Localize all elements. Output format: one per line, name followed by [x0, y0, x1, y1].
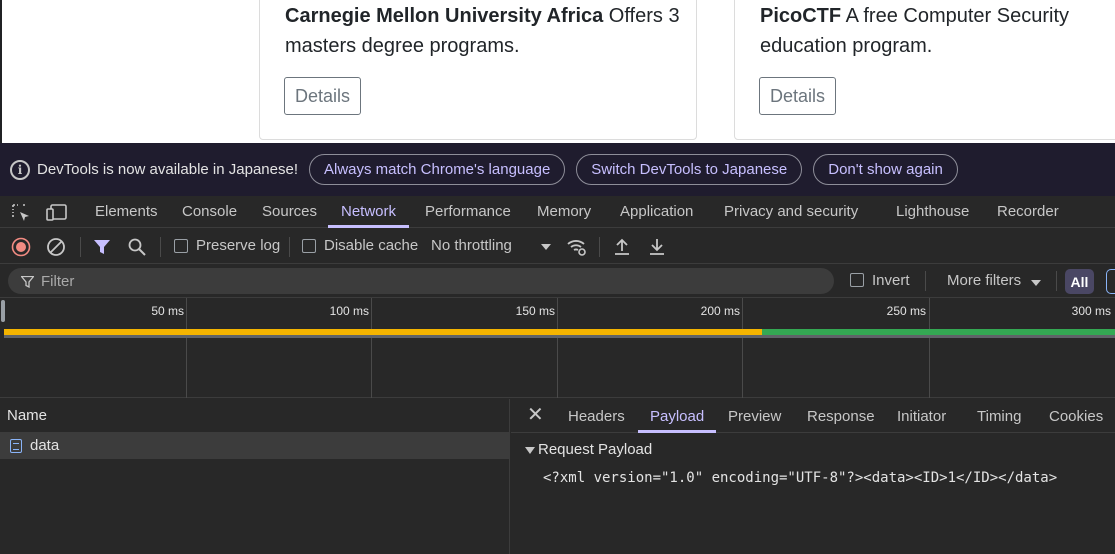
toolbar-divider	[599, 237, 600, 257]
clear-icon[interactable]	[46, 237, 66, 257]
toolbar-divider	[1056, 271, 1057, 291]
timeline-gridline	[371, 298, 372, 398]
tab-recorder[interactable]: Recorder	[997, 196, 1059, 228]
more-filters-dropdown[interactable]: More filters	[947, 272, 1021, 289]
tab-preview[interactable]: Preview	[728, 399, 781, 433]
filter-input[interactable]	[8, 268, 834, 294]
tab-sources[interactable]: Sources	[262, 196, 317, 228]
filter-type-button[interactable]	[1106, 269, 1115, 294]
timeline-gridline	[929, 298, 930, 398]
card-org-name: Carnegie Mellon University Africa	[285, 5, 604, 27]
tab-cookies[interactable]: Cookies	[1049, 399, 1103, 433]
waterfall-overview: 50 ms 100 ms 150 ms 200 ms 250 ms 300 ms	[0, 298, 1115, 398]
all-filter-button[interactable]: All	[1065, 269, 1094, 294]
disable-cache-checkbox[interactable]	[302, 239, 316, 253]
request-details: ✕ Headers Payload Preview Response Initi…	[511, 399, 1115, 554]
tab-privacy-security[interactable]: Privacy and security	[724, 196, 858, 228]
tab-timing[interactable]: Timing	[977, 399, 1021, 433]
network-conditions-icon[interactable]	[566, 237, 588, 257]
timeline-tick-label: 250 ms	[886, 304, 926, 318]
download-icon[interactable]	[648, 237, 666, 257]
card-text: PicoCTF A free Computer Security educati…	[760, 1, 1115, 61]
toolbar-divider	[160, 237, 161, 257]
toolbar-divider	[289, 237, 290, 257]
program-card-cmu: Carnegie Mellon University Africa Offers…	[259, 0, 697, 140]
tab-lighthouse[interactable]: Lighthouse	[896, 196, 969, 228]
inspect-element-icon[interactable]	[11, 203, 31, 223]
language-infobar: i DevTools is now available in Japanese!…	[0, 143, 1115, 196]
timeline-tick-label: 300 ms	[1071, 304, 1111, 318]
chevron-down-icon[interactable]	[1031, 280, 1041, 286]
tab-initiator[interactable]: Initiator	[897, 399, 946, 433]
request-name: data	[30, 437, 60, 454]
tab-performance[interactable]: Performance	[425, 196, 511, 228]
tab-response[interactable]: Response	[807, 399, 875, 433]
throttling-select[interactable]: No throttling	[431, 237, 512, 254]
invert-checkbox[interactable]	[850, 273, 864, 287]
filter-icon[interactable]	[93, 238, 111, 256]
waterfall-track	[4, 335, 1115, 338]
tab-network[interactable]: Network	[328, 196, 410, 228]
close-icon[interactable]: ✕	[527, 405, 544, 425]
tab-application[interactable]: Application	[620, 196, 693, 228]
request-payload-section[interactable]: Request Payload	[511, 433, 1115, 465]
timeline-gridline	[186, 298, 187, 398]
timeline-tick-label: 50 ms	[151, 304, 184, 318]
switch-japanese-button[interactable]: Switch DevTools to Japanese	[576, 154, 803, 185]
record-stop-icon[interactable]	[11, 237, 31, 257]
tab-console[interactable]: Console	[182, 196, 237, 228]
section-title: Request Payload	[538, 441, 653, 458]
document-icon	[10, 439, 22, 453]
timeline-tick-label: 200 ms	[700, 304, 740, 318]
timeline-tick-label: 100 ms	[329, 304, 369, 318]
chevron-down-icon[interactable]	[541, 244, 551, 250]
network-toolbar: Preserve log Disable cache No throttling	[0, 229, 1115, 264]
expand-triangle-icon[interactable]	[525, 447, 535, 454]
request-list: Name data	[0, 399, 510, 554]
card-org-name: PicoCTF	[760, 5, 842, 27]
card-text: Carnegie Mellon University Africa Offers…	[285, 1, 682, 61]
timeline-handle[interactable]	[1, 300, 5, 322]
preserve-log-label: Preserve log	[196, 237, 281, 254]
search-icon[interactable]	[128, 238, 146, 256]
timeline-gridline	[557, 298, 558, 398]
payload-content: <?xml version="1.0" encoding="UTF-8"?><d…	[543, 470, 1058, 486]
details-tabbar: ✕ Headers Payload Preview Response Initi…	[511, 399, 1115, 433]
program-card-picoctf: PicoCTF A free Computer Security educati…	[734, 0, 1115, 140]
preserve-log-checkbox[interactable]	[174, 239, 188, 253]
match-language-button[interactable]: Always match Chrome's language	[308, 154, 566, 185]
toolbar-divider	[925, 271, 926, 291]
device-toolbar-icon[interactable]	[46, 203, 68, 223]
name-column-header[interactable]: Name	[0, 399, 509, 433]
tab-payload[interactable]: Payload	[638, 399, 717, 433]
disable-cache-label: Disable cache	[324, 237, 419, 254]
tab-memory[interactable]: Memory	[537, 196, 591, 228]
filter-bar: Invert More filters All	[0, 264, 1115, 298]
devtools-tabbar: Elements Console Sources Network Perform…	[0, 196, 1115, 228]
details-button[interactable]: Details	[759, 77, 837, 115]
webpage-content: Carnegie Mellon University Africa Offers…	[0, 0, 1115, 143]
details-button[interactable]: Details	[284, 77, 362, 115]
request-row[interactable]: data	[0, 433, 509, 459]
infobar-message: DevTools is now available in Japanese!	[37, 161, 298, 178]
timeline-gridline	[742, 298, 743, 398]
invert-label: Invert	[872, 272, 910, 289]
upload-icon[interactable]	[613, 237, 631, 257]
info-icon: i	[10, 159, 30, 180]
filter-icon	[21, 276, 34, 288]
toolbar-divider	[80, 237, 81, 257]
dont-show-again-button[interactable]: Don't show again	[813, 154, 958, 185]
devtools-panel: i DevTools is now available in Japanese!…	[0, 143, 1115, 554]
tab-elements[interactable]: Elements	[95, 196, 158, 228]
timeline-tick-label: 150 ms	[515, 304, 555, 318]
tab-headers[interactable]: Headers	[568, 399, 625, 433]
